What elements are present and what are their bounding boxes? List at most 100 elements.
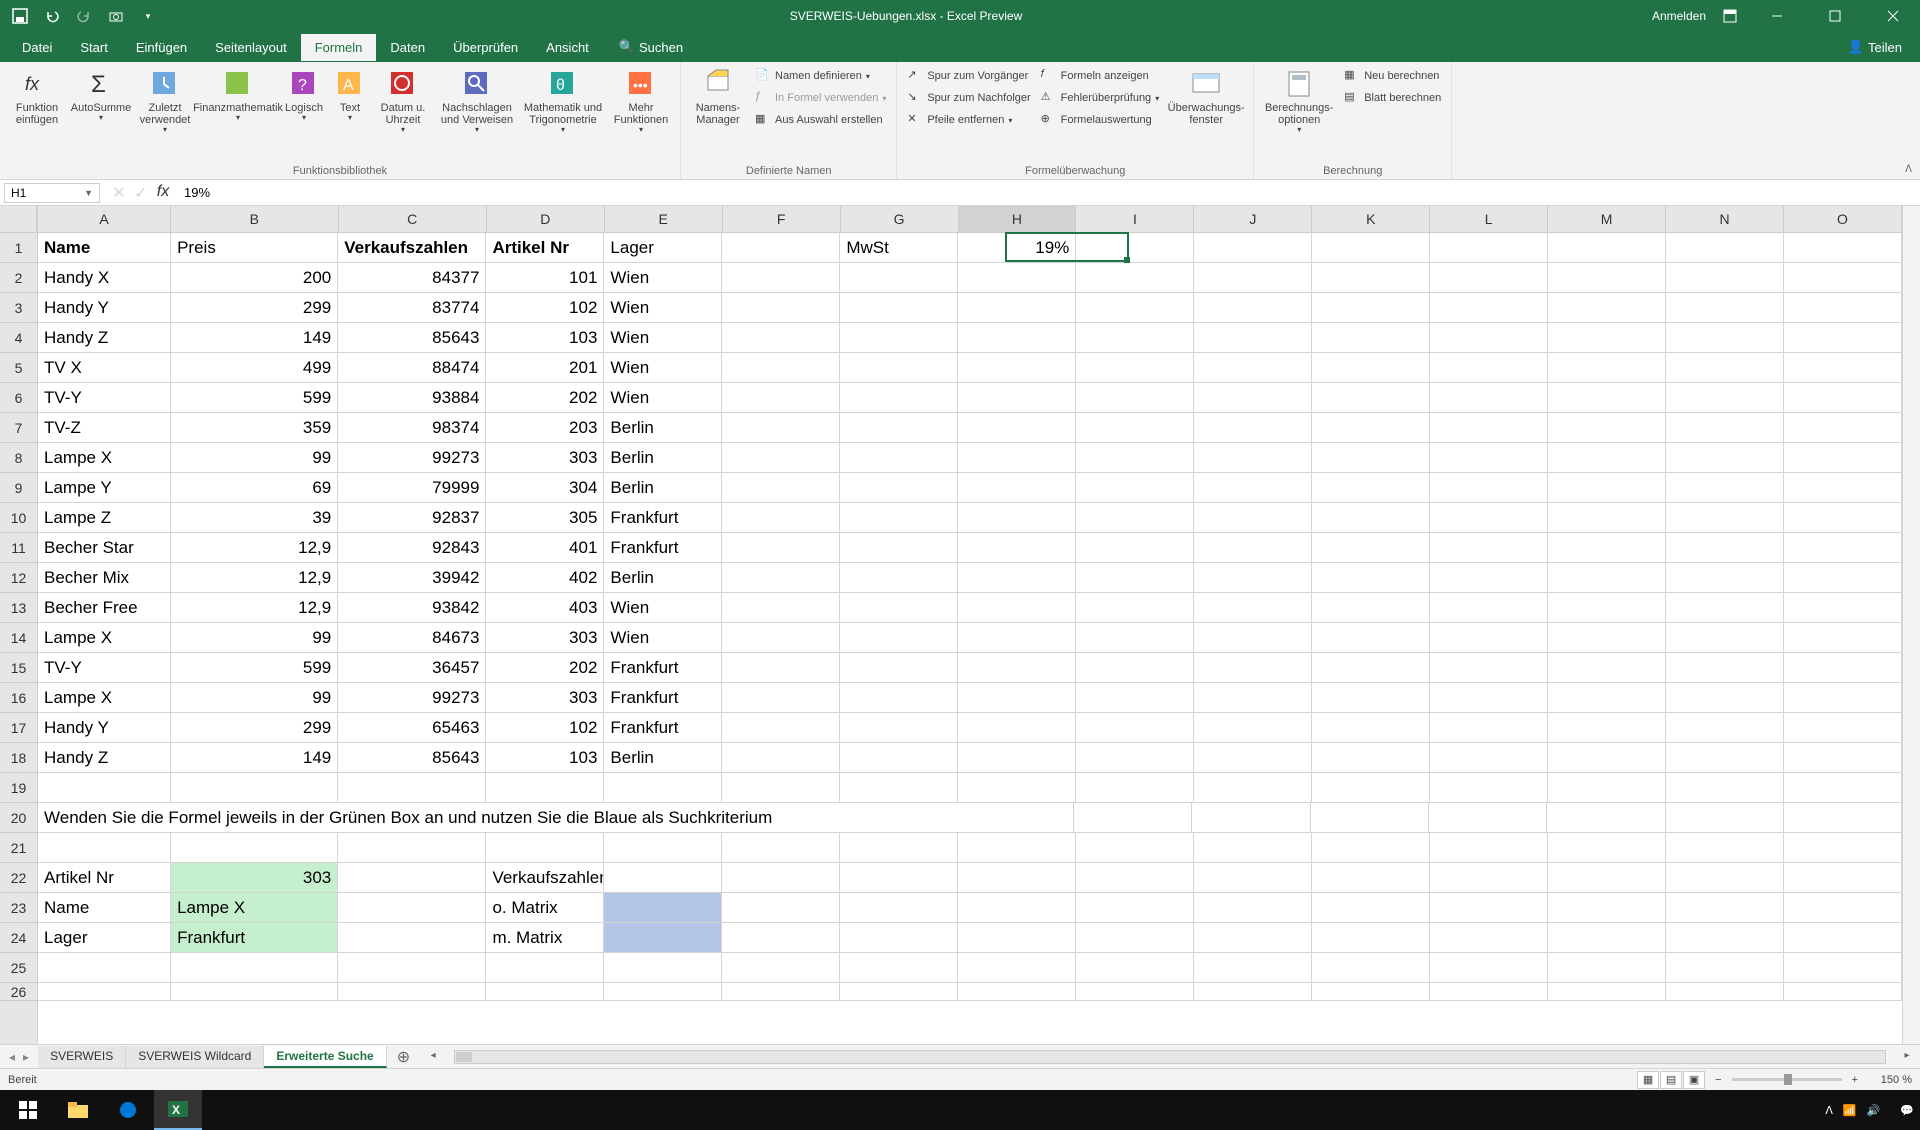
cell[interactable]: Wien	[604, 593, 722, 623]
cell[interactable]	[1784, 743, 1902, 773]
column-header[interactable]: O	[1784, 206, 1902, 232]
cell[interactable]	[1666, 443, 1784, 473]
cell[interactable]	[1784, 383, 1902, 413]
cell[interactable]	[1784, 323, 1902, 353]
cell[interactable]	[1076, 713, 1194, 743]
cell[interactable]	[1194, 563, 1312, 593]
cell[interactable]	[1666, 743, 1784, 773]
cell[interactable]	[1666, 263, 1784, 293]
undo-icon[interactable]	[40, 4, 64, 28]
financial-button[interactable]: Finanzmathematik▾	[198, 66, 278, 125]
cell[interactable]: 99273	[338, 683, 486, 713]
cell[interactable]	[1312, 503, 1430, 533]
cell[interactable]	[1312, 773, 1430, 803]
hscroll-right-icon[interactable]: ▸	[1900, 1050, 1914, 1064]
cell[interactable]: 201	[486, 353, 604, 383]
cell[interactable]	[1194, 593, 1312, 623]
cell[interactable]: 92837	[338, 503, 486, 533]
network-icon[interactable]: 📶	[1843, 1104, 1857, 1117]
cell[interactable]: Wien	[604, 323, 722, 353]
row-header[interactable]: 5	[0, 353, 37, 383]
cell[interactable]: 84377	[338, 263, 486, 293]
cell[interactable]	[1548, 833, 1666, 863]
cell[interactable]	[1666, 563, 1784, 593]
cell[interactable]	[1430, 473, 1548, 503]
cell[interactable]	[722, 713, 840, 743]
cell[interactable]	[604, 833, 722, 863]
cell[interactable]	[1192, 803, 1310, 833]
cell[interactable]	[338, 893, 486, 923]
cell[interactable]	[840, 863, 958, 893]
evaluate-formula-button[interactable]: ⊕Formelauswertung	[1037, 110, 1164, 130]
cell[interactable]	[722, 833, 840, 863]
calculation-options-button[interactable]: Berechnungs-optionen▾	[1260, 66, 1338, 137]
cell[interactable]	[1312, 443, 1430, 473]
cell[interactable]	[1784, 293, 1902, 323]
cell[interactable]	[1312, 323, 1430, 353]
column-header[interactable]: L	[1430, 206, 1548, 232]
cell[interactable]	[38, 833, 171, 863]
cell[interactable]	[958, 743, 1076, 773]
cell[interactable]	[958, 263, 1076, 293]
cell[interactable]	[958, 623, 1076, 653]
search-link[interactable]: Suchen	[635, 34, 697, 61]
cell[interactable]	[1430, 503, 1548, 533]
cell[interactable]	[1312, 683, 1430, 713]
cell[interactable]	[722, 593, 840, 623]
cell[interactable]: 103	[486, 743, 604, 773]
ribbon-tab-start[interactable]: Start	[66, 34, 121, 61]
column-header[interactable]: E	[605, 206, 723, 232]
cell[interactable]	[722, 503, 840, 533]
cell[interactable]: Berlin	[604, 443, 722, 473]
cell[interactable]	[1430, 293, 1548, 323]
cell[interactable]	[1784, 593, 1902, 623]
cell[interactable]	[1194, 353, 1312, 383]
cell[interactable]: 103	[486, 323, 604, 353]
cell[interactable]: Handy Z	[38, 743, 171, 773]
cell[interactable]	[1194, 773, 1312, 803]
cell[interactable]	[1430, 593, 1548, 623]
cell[interactable]	[1430, 383, 1548, 413]
cell[interactable]: Frankfurt	[171, 923, 338, 953]
column-header[interactable]: J	[1194, 206, 1312, 232]
ribbon-tab-einfügen[interactable]: Einfügen	[122, 34, 201, 61]
cell[interactable]	[1666, 893, 1784, 923]
cell[interactable]	[338, 983, 486, 1001]
cell[interactable]	[1666, 653, 1784, 683]
cell[interactable]: 19%	[958, 233, 1076, 263]
cell[interactable]	[840, 293, 958, 323]
cell[interactable]	[1430, 863, 1548, 893]
cell[interactable]	[958, 953, 1076, 983]
cell[interactable]	[1784, 653, 1902, 683]
ribbon-tab-ansicht[interactable]: Ansicht	[532, 34, 603, 61]
cell[interactable]	[1666, 293, 1784, 323]
cell[interactable]: Handy Y	[38, 713, 171, 743]
cell[interactable]	[722, 983, 840, 1001]
cell[interactable]	[1548, 263, 1666, 293]
cell[interactable]	[1076, 533, 1194, 563]
cell[interactable]: 65463	[338, 713, 486, 743]
minimize-button[interactable]	[1754, 0, 1800, 32]
cell[interactable]	[722, 473, 840, 503]
cell[interactable]: 149	[171, 743, 338, 773]
cell[interactable]	[1312, 383, 1430, 413]
cell[interactable]	[722, 623, 840, 653]
watch-window-button[interactable]: Überwachungs-fenster	[1165, 66, 1247, 128]
cell[interactable]: Frankfurt	[604, 683, 722, 713]
math-button[interactable]: θMathematik und Trigonometrie▾	[520, 66, 606, 137]
cell[interactable]	[1074, 803, 1192, 833]
cell[interactable]	[722, 263, 840, 293]
cell[interactable]: Preis	[171, 233, 338, 263]
cell[interactable]	[1666, 323, 1784, 353]
sheet-nav-first-icon[interactable]: ◂	[6, 1050, 18, 1064]
cell[interactable]: 85643	[338, 323, 486, 353]
cell[interactable]	[1312, 623, 1430, 653]
ribbon-tab-überprüfen[interactable]: Überprüfen	[439, 34, 532, 61]
ribbon-tab-formeln[interactable]: Formeln	[301, 34, 377, 61]
save-icon[interactable]	[8, 4, 32, 28]
cell[interactable]	[1548, 773, 1666, 803]
cell[interactable]	[1666, 773, 1784, 803]
cell[interactable]	[1548, 293, 1666, 323]
row-header[interactable]: 3	[0, 293, 37, 323]
cell[interactable]	[1312, 233, 1430, 263]
